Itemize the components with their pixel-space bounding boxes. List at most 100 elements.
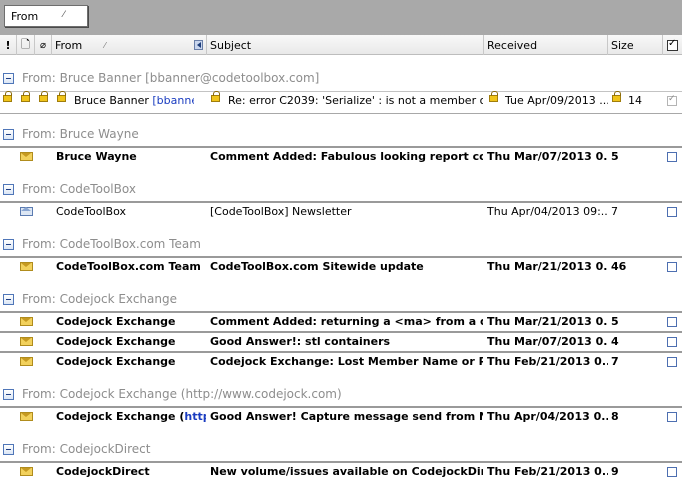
message-from: CodeToolBox: [56, 205, 126, 218]
column-importance[interactable]: !: [0, 35, 17, 55]
message-size: 7: [611, 355, 619, 368]
message-row[interactable]: Codejock Exchange Good Answer!: stl cont…: [0, 331, 682, 350]
column-from-extra: [193, 35, 207, 55]
unread-envelope-icon: [20, 412, 33, 421]
message-row[interactable]: Bruce Banner [bbanner... Re: error C2039…: [0, 91, 682, 114]
group-label: From: CodeToolBox: [22, 182, 136, 196]
column-size[interactable]: Size: [608, 35, 663, 55]
lock-icon: [612, 91, 621, 102]
column-flag[interactable]: [663, 35, 682, 55]
group-header[interactable]: From: Bruce Wayne: [0, 124, 682, 146]
message-from: Codejock Exchange: [56, 315, 176, 328]
message-subject: Re: error C2039: 'Serialize' : is not a …: [228, 94, 483, 107]
group-by-chip-label: From: [11, 9, 39, 23]
message-size: 9: [611, 465, 619, 478]
unread-envelope-icon: [20, 152, 33, 161]
message-from-name: Codejock Exchange (: [56, 410, 185, 423]
message-size: 5: [611, 150, 619, 163]
flag-checkbox[interactable]: [667, 317, 677, 327]
group-by-panel: From ⁄: [0, 0, 682, 35]
message-subject: New volume/issues available on CodejockD…: [210, 465, 483, 478]
collapse-group-icon[interactable]: [3, 184, 14, 195]
flag-checkbox[interactable]: [667, 207, 677, 217]
checkmark-icon: [667, 38, 678, 51]
flag-checkbox[interactable]: [667, 412, 677, 422]
flag-checkbox[interactable]: [667, 94, 677, 106]
message-subject: Good Answer!: stl containers: [210, 335, 391, 348]
collapse-arrow-icon[interactable]: [194, 40, 203, 50]
message-from-email[interactable]: [bbanner...: [152, 94, 194, 107]
group-label: From: Bruce Wayne: [22, 127, 139, 141]
group-label: From: Codejock Exchange: [22, 292, 177, 306]
column-size-label: Size: [611, 38, 634, 52]
lock-icon: [39, 91, 48, 102]
message-size: 8: [611, 410, 619, 423]
group-header[interactable]: From: Codejock Exchange: [0, 289, 682, 311]
unread-envelope-icon: [20, 337, 33, 346]
lock-icon: [3, 91, 12, 102]
column-subject[interactable]: Subject: [207, 35, 484, 55]
lock-icon: [57, 91, 66, 102]
message-row[interactable]: Codejock Exchange (http:... Good Answer!…: [0, 406, 682, 425]
group-header[interactable]: From: CodeToolBox.com Team: [0, 234, 682, 256]
paperclip-icon: ⌀: [39, 39, 47, 51]
message-received: Thu Mar/21/2013 0...: [487, 315, 608, 328]
flag-checkbox[interactable]: [667, 262, 677, 272]
message-received: Tue Apr/09/2013 ...: [505, 94, 608, 107]
message-size: 14: [628, 94, 642, 107]
message-subject: Comment Added: returning a <ma> from a d…: [210, 315, 483, 328]
lock-icon: [21, 91, 30, 102]
group-header[interactable]: From: Codejock Exchange (http://www.code…: [0, 384, 682, 406]
message-from: CodeToolBox.com Team: [56, 260, 201, 273]
column-received-label: Received: [487, 38, 538, 52]
flag-checkbox[interactable]: [667, 467, 677, 477]
message-subject: [CodeToolBox] Newsletter: [210, 205, 352, 218]
message-row[interactable]: CodeToolBox.com Team CodeToolBox.com Sit…: [0, 256, 682, 275]
group-header[interactable]: From: Bruce Banner [bbanner@codetoolbox.…: [0, 68, 682, 90]
group-label: From: Bruce Banner [bbanner@codetoolbox.…: [22, 71, 320, 85]
message-row[interactable]: Codejock Exchange Codejock Exchange: Los…: [0, 351, 682, 370]
unread-envelope-icon: [20, 467, 33, 476]
flag-checkbox[interactable]: [667, 152, 677, 162]
message-subject: Codejock Exchange: Lost Member Name or P…: [210, 355, 483, 368]
message-row[interactable]: Codejock Exchange Comment Added: returni…: [0, 311, 682, 330]
column-header-bar: ! 🗋 ⌀ From ⁄ Subject Received Size: [0, 35, 682, 55]
sort-ascending-icon: ⁄: [104, 40, 106, 50]
message-from-name: Bruce Banner: [74, 94, 149, 107]
message-row[interactable]: CodejockDirect New volume/issues availab…: [0, 461, 682, 480]
message-received: Thu Mar/07/2013 0...: [487, 335, 608, 348]
group-header[interactable]: From: CodejockDirect: [0, 439, 682, 461]
message-received: Thu Apr/04/2013 0...: [487, 410, 608, 423]
message-size: 7: [611, 205, 618, 218]
flag-checkbox[interactable]: [667, 357, 677, 367]
message-size: 5: [611, 315, 619, 328]
collapse-group-icon[interactable]: [3, 444, 14, 455]
message-received: Thu Mar/07/2013 0...: [487, 150, 608, 163]
collapse-group-icon[interactable]: [3, 129, 14, 140]
message-from: CodejockDirect: [56, 465, 150, 478]
group-label: From: CodejockDirect: [22, 442, 151, 456]
collapse-group-icon[interactable]: [3, 73, 14, 84]
message-from: Bruce Banner [bbanner...: [74, 94, 194, 107]
read-envelope-icon: [20, 207, 33, 216]
group-by-from-chip[interactable]: From ⁄: [4, 5, 88, 27]
collapse-group-icon[interactable]: [3, 294, 14, 305]
column-received[interactable]: Received: [484, 35, 608, 55]
column-from-label: From: [55, 38, 83, 52]
collapse-group-icon[interactable]: [3, 389, 14, 400]
unread-envelope-icon: [20, 317, 33, 326]
column-from[interactable]: From ⁄: [52, 35, 207, 55]
message-from: Bruce Wayne: [56, 150, 137, 163]
message-received: Thu Apr/04/2013 09:...: [487, 205, 608, 218]
column-icon[interactable]: 🗋: [17, 35, 35, 55]
message-row[interactable]: CodeToolBox [CodeToolBox] Newsletter Thu…: [0, 201, 682, 220]
group-header[interactable]: From: CodeToolBox: [0, 179, 682, 201]
collapse-group-icon[interactable]: [3, 239, 14, 250]
message-row[interactable]: Bruce Wayne Comment Added: Fabulous look…: [0, 146, 682, 165]
flag-checkbox[interactable]: [667, 337, 677, 347]
message-from-link[interactable]: http:...: [184, 410, 206, 423]
lock-icon: [211, 91, 220, 102]
column-attachment[interactable]: ⌀: [35, 35, 52, 55]
sort-ascending-icon: ⁄: [63, 10, 65, 20]
message-received: Thu Feb/21/2013 0...: [487, 355, 608, 368]
